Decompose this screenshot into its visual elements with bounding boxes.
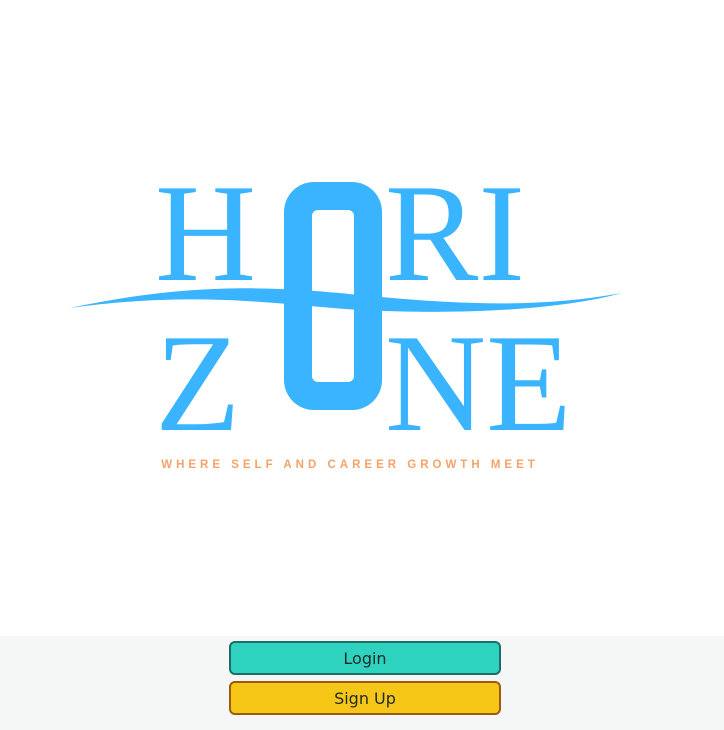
logo-area: H RI Z NE WHERE SELF AND CAREER GROWTH M… xyxy=(0,0,724,636)
logo-letters-ri: RI xyxy=(385,156,525,311)
horizone-logo: H RI Z NE WHERE SELF AND CAREER GROWTH M… xyxy=(70,156,622,471)
sign-up-button[interactable]: Sign Up xyxy=(229,681,501,715)
logo-tagline: WHERE SELF AND CAREER GROWTH MEET xyxy=(161,459,539,471)
logo-letter-z: Z xyxy=(155,306,241,461)
login-button[interactable]: Login xyxy=(229,641,501,675)
action-bar: Login Sign Up xyxy=(0,636,724,730)
page: H RI Z NE WHERE SELF AND CAREER GROWTH M… xyxy=(0,0,724,730)
logo-letter-h: H xyxy=(155,156,256,311)
logo-letters-ne: NE xyxy=(385,306,572,461)
